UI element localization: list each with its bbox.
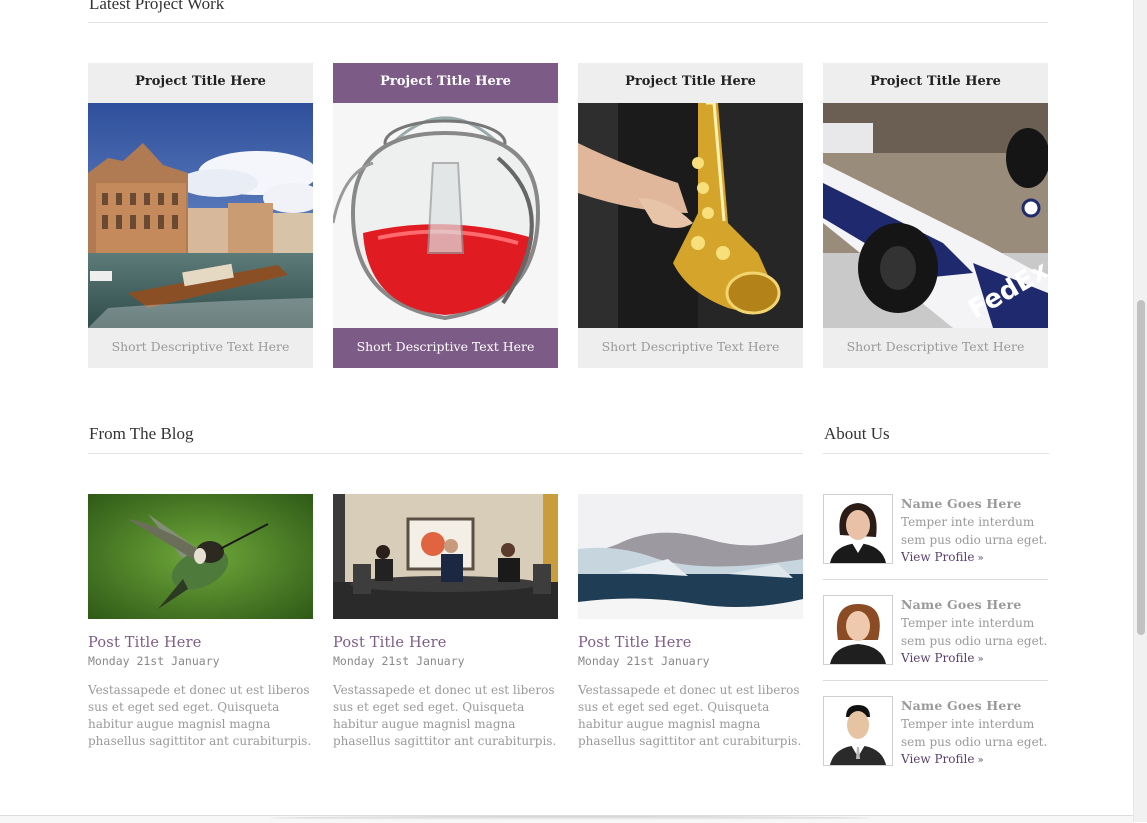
post-date: Monday 21st January xyxy=(578,654,710,668)
man-portrait-image xyxy=(824,697,892,765)
hummingbird-photo[interactable] xyxy=(88,494,313,619)
project-title[interactable]: Project Title Here xyxy=(578,63,803,103)
scrollbar-thumb[interactable] xyxy=(1137,300,1145,635)
blog-post: Post Title Here Monday 21st January Vest… xyxy=(88,494,313,750)
member-name: Name Goes Here xyxy=(901,698,1022,713)
hummingbird-image xyxy=(88,494,313,619)
project-description: Short Descriptive Text Here xyxy=(601,339,780,354)
post-title[interactable]: Post Title Here xyxy=(578,635,803,651)
member-bio: Temper inte interdum sem pus odio urna e… xyxy=(901,717,1048,749)
project-card-active[interactable]: Project Title Here Short Descriptive Tex… xyxy=(333,63,558,368)
footer-shadow xyxy=(270,816,870,820)
chevron-right-icon: » xyxy=(977,654,984,665)
project-description: Short Descriptive Text Here xyxy=(111,339,290,354)
team-member: Name Goes Here Temper inte interdum sem … xyxy=(823,696,1048,781)
team-member: Name Goes Here Temper inte interdum sem … xyxy=(823,494,1048,580)
project-description: Short Descriptive Text Here xyxy=(846,339,1025,354)
about-heading-text: About Us xyxy=(824,424,890,443)
project-card[interactable]: Project Title Here Short Descriptive Tex… xyxy=(88,63,313,368)
member-name: Name Goes Here xyxy=(901,496,1022,511)
member-bio: Temper inte interdum sem pus odio urna e… xyxy=(901,616,1048,648)
business-meeting-photo[interactable] xyxy=(333,494,558,619)
blog-post: Post Title Here Monday 21st January Vest… xyxy=(578,494,803,750)
project-card[interactable]: Project Title Here Short Descriptive Tex… xyxy=(578,63,803,368)
avatar[interactable] xyxy=(823,696,893,766)
post-excerpt: Vestassapede et donec ut est liberos sus… xyxy=(88,683,312,748)
latest-project-heading-text: Latest Project Work xyxy=(89,0,225,13)
blog-heading: From The Blog xyxy=(88,424,803,454)
chevron-right-icon: » xyxy=(977,553,984,564)
avatar[interactable] xyxy=(823,494,893,564)
formula-one-car-image: FedEx xyxy=(823,103,1048,328)
wine-decanter-photo[interactable] xyxy=(333,103,558,328)
business-meeting-image xyxy=(333,494,558,619)
member-bio: Temper inte interdum sem pus odio urna e… xyxy=(901,515,1048,547)
blog-post: Post Title Here Monday 21st January Vest… xyxy=(333,494,558,750)
wine-decanter-image xyxy=(333,103,558,328)
view-profile-label[interactable]: View Profile xyxy=(901,752,974,766)
post-date: Monday 21st January xyxy=(333,654,465,668)
post-excerpt: Vestassapede et donec ut est liberos sus… xyxy=(578,683,802,748)
project-title[interactable]: Project Title Here xyxy=(823,63,1048,103)
chevron-right-icon: » xyxy=(977,755,984,766)
woman-portrait-image xyxy=(824,596,892,664)
member-name: Name Goes Here xyxy=(901,597,1022,612)
avatar[interactable] xyxy=(823,595,893,665)
post-title[interactable]: Post Title Here xyxy=(88,635,313,651)
project-title[interactable]: Project Title Here xyxy=(333,63,558,103)
saxophone-photo[interactable] xyxy=(578,103,803,328)
view-profile-link[interactable]: View Profile» xyxy=(901,752,984,766)
glacier-photo[interactable] xyxy=(578,494,803,619)
venice-canal-image xyxy=(88,103,313,328)
team-member: Name Goes Here Temper inte interdum sem … xyxy=(823,595,1048,681)
project-card[interactable]: Project Title Here FedEx Short Descripti… xyxy=(823,63,1048,368)
blog-heading-text: From The Blog xyxy=(89,424,194,443)
view-profile-label[interactable]: View Profile xyxy=(901,651,974,665)
post-date: Monday 21st January xyxy=(88,654,220,668)
post-title[interactable]: Post Title Here xyxy=(333,635,558,651)
post-excerpt: Vestassapede et donec ut est liberos sus… xyxy=(333,683,557,748)
venice-canal-photo[interactable] xyxy=(88,103,313,328)
formula-one-car-photo[interactable]: FedEx xyxy=(823,103,1048,328)
woman-portrait-image xyxy=(824,495,892,563)
view-profile-label[interactable]: View Profile xyxy=(901,550,974,564)
glacier-image xyxy=(578,494,803,619)
page: Latest Project Work Project Title Here S… xyxy=(0,0,1133,823)
latest-project-heading: Latest Project Work xyxy=(88,0,1048,23)
project-title[interactable]: Project Title Here xyxy=(88,63,313,103)
view-profile-link[interactable]: View Profile» xyxy=(901,651,984,665)
vertical-scrollbar[interactable] xyxy=(1133,0,1147,822)
project-description: Short Descriptive Text Here xyxy=(356,339,535,354)
view-profile-link[interactable]: View Profile» xyxy=(901,550,984,564)
saxophone-image xyxy=(578,103,803,328)
about-heading: About Us xyxy=(823,424,1049,454)
